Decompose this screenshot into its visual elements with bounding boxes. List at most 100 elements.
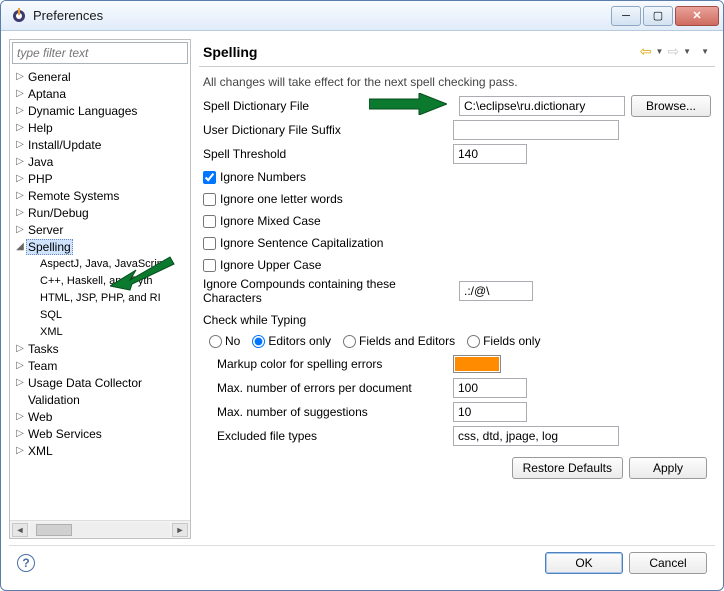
chevron-right-icon[interactable]: ▷ <box>14 428 26 439</box>
ok-button[interactable]: OK <box>545 552 623 574</box>
tree-item[interactable]: ▷Help <box>10 119 190 136</box>
tree-item[interactable]: ▷PHP <box>10 170 190 187</box>
tree-item[interactable]: ▷Aptana <box>10 85 190 102</box>
back-icon[interactable]: ⇦ <box>640 43 652 60</box>
titlebar[interactable]: Preferences ─ ▢ ✕ <box>1 1 723 31</box>
chevron-right-icon[interactable]: ▷ <box>14 343 26 354</box>
tree-item-label: XML <box>38 326 65 338</box>
tree-item-label: Web Services <box>26 427 104 441</box>
chevron-right-icon[interactable]: ▷ <box>14 173 26 184</box>
browse-button[interactable]: Browse... <box>631 95 711 117</box>
tree-item[interactable]: Validation <box>10 391 190 408</box>
maximize-button[interactable]: ▢ <box>643 6 673 26</box>
ignore-sentence-cap-checkbox[interactable] <box>203 237 216 250</box>
ignore-numbers-checkbox[interactable] <box>203 171 216 184</box>
tree-item[interactable]: ▷Dynamic Languages <box>10 102 190 119</box>
threshold-label: Spell Threshold <box>203 147 433 161</box>
radio-no[interactable] <box>209 335 222 348</box>
ignore-mixed-case-label: Ignore Mixed Case <box>220 214 321 228</box>
back-menu-icon[interactable]: ▼ <box>656 47 664 56</box>
markup-color-label: Markup color for spelling errors <box>217 357 447 371</box>
tree-item[interactable]: ▷Team <box>10 357 190 374</box>
tree-item-label: HTML, JSP, PHP, and RI <box>38 292 163 304</box>
app-icon <box>11 8 27 24</box>
tree-item[interactable]: ▷Usage Data Collector <box>10 374 190 391</box>
tree-item[interactable]: ▷Web Services <box>10 425 190 442</box>
help-icon[interactable]: ? <box>17 554 35 572</box>
radio-fields-only[interactable] <box>467 335 480 348</box>
chevron-right-icon[interactable]: ▷ <box>14 190 26 201</box>
radio-fields-and-editors[interactable] <box>343 335 356 348</box>
tree-item-label: Spelling <box>26 239 73 255</box>
ignore-mixed-case-checkbox[interactable] <box>203 215 216 228</box>
chevron-down-icon[interactable]: ◢ <box>14 241 26 252</box>
tree-item-label: Run/Debug <box>26 206 91 220</box>
view-menu-icon[interactable]: ▼ <box>701 47 709 56</box>
tree-item-label: Tasks <box>26 342 61 356</box>
ignore-one-letter-checkbox[interactable] <box>203 193 216 206</box>
minimize-button[interactable]: ─ <box>611 6 641 26</box>
chevron-right-icon[interactable]: ▷ <box>14 411 26 422</box>
ignore-upper-case-label: Ignore Upper Case <box>220 258 321 272</box>
markup-color-swatch[interactable] <box>453 355 501 373</box>
scroll-thumb[interactable] <box>36 524 72 536</box>
chevron-right-icon[interactable]: ▷ <box>14 377 26 388</box>
tree-item-label: Server <box>26 223 65 237</box>
ignore-compounds-input[interactable] <box>459 281 533 301</box>
ignore-compounds-label: Ignore Compounds containing these Charac… <box>203 277 453 305</box>
chevron-right-icon[interactable]: ▷ <box>14 156 26 167</box>
apply-button[interactable]: Apply <box>629 457 707 479</box>
forward-menu-icon[interactable]: ▼ <box>683 47 691 56</box>
tree-item[interactable]: ▷Install/Update <box>10 136 190 153</box>
chevron-right-icon[interactable]: ▷ <box>14 88 26 99</box>
horizontal-scrollbar[interactable]: ◄ ► <box>10 520 190 538</box>
excluded-types-label: Excluded file types <box>217 429 447 443</box>
scroll-left-icon[interactable]: ◄ <box>12 523 28 537</box>
ignore-sentence-cap-label: Ignore Sentence Capitalization <box>220 236 383 250</box>
page-title: Spelling <box>203 44 640 60</box>
tree-item[interactable]: ▷XML <box>10 442 190 459</box>
excluded-types-input[interactable] <box>453 426 619 446</box>
forward-icon: ⇨ <box>667 43 679 60</box>
close-button[interactable]: ✕ <box>675 6 719 26</box>
tree-item[interactable]: SQL <box>10 306 190 323</box>
tree-item[interactable]: ▷Tasks <box>10 340 190 357</box>
threshold-input[interactable] <box>453 144 527 164</box>
tree-item[interactable]: ▷Server <box>10 221 190 238</box>
chevron-right-icon[interactable]: ▷ <box>14 139 26 150</box>
tree-item-label: Java <box>26 155 55 169</box>
chevron-right-icon[interactable]: ▷ <box>14 71 26 82</box>
tree-item[interactable]: ▷Run/Debug <box>10 204 190 221</box>
tree-item[interactable]: ▷Web <box>10 408 190 425</box>
chevron-right-icon[interactable]: ▷ <box>14 445 26 456</box>
tree-item[interactable]: ▷Java <box>10 153 190 170</box>
category-tree[interactable]: ▷General▷Aptana▷Dynamic Languages▷Help▷I… <box>10 66 190 520</box>
scroll-right-icon[interactable]: ► <box>172 523 188 537</box>
settings-panel: Spelling ⇦ ▼ ⇨ ▼ ▼ All changes will take… <box>199 39 715 539</box>
radio-editors-only[interactable] <box>252 335 265 348</box>
chevron-right-icon[interactable]: ▷ <box>14 207 26 218</box>
chevron-right-icon[interactable]: ▷ <box>14 105 26 116</box>
max-suggestions-input[interactable] <box>453 402 527 422</box>
max-errors-input[interactable] <box>453 378 527 398</box>
tree-item-label: Validation <box>26 393 82 407</box>
tree-item-label: Aptana <box>26 87 68 101</box>
tree-item[interactable]: ▷Remote Systems <box>10 187 190 204</box>
chevron-right-icon[interactable]: ▷ <box>14 122 26 133</box>
tree-item-label: Dynamic Languages <box>26 104 139 118</box>
chevron-right-icon[interactable]: ▷ <box>14 224 26 235</box>
tree-item[interactable]: XML <box>10 323 190 340</box>
tree-item-label: Web <box>26 410 54 424</box>
user-suffix-input[interactable] <box>453 120 619 140</box>
tree-item[interactable]: ▷General <box>10 68 190 85</box>
cancel-button[interactable]: Cancel <box>629 552 707 574</box>
restore-defaults-button[interactable]: Restore Defaults <box>512 457 623 479</box>
chevron-right-icon[interactable]: ▷ <box>14 360 26 371</box>
tree-item-label: General <box>26 70 73 84</box>
user-suffix-label: User Dictionary File Suffix <box>203 123 433 137</box>
filter-input[interactable] <box>12 42 188 64</box>
dict-file-input[interactable] <box>459 96 625 116</box>
ignore-upper-case-checkbox[interactable] <box>203 259 216 272</box>
ignore-one-letter-label: Ignore one letter words <box>220 192 343 206</box>
window-title: Preferences <box>33 8 611 23</box>
